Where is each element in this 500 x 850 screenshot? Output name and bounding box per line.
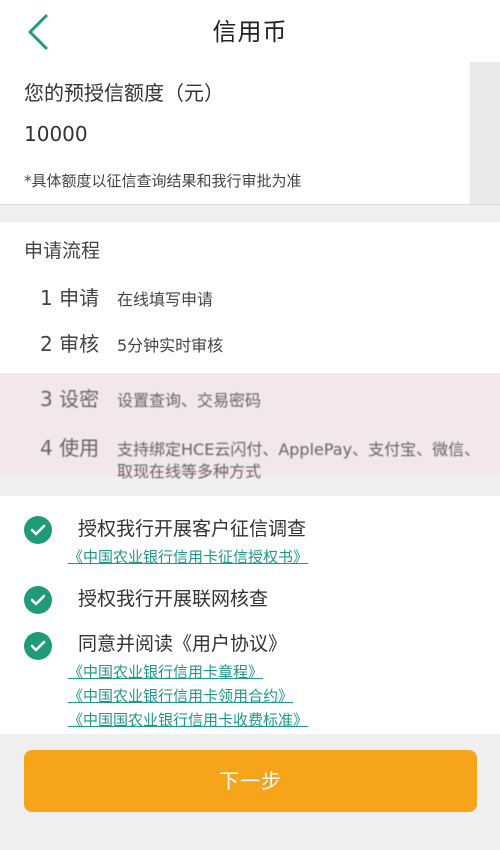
credit-label: 您的预授信额度（元） [24,81,224,105]
nav-bar: 信用币 [0,0,500,62]
check-circle-icon[interactable] [24,516,52,544]
credit-amount: 10000 [24,122,88,146]
agreement-text: 授权我行开展联网核查 [78,588,269,610]
step-name: 4 使用 [40,436,100,460]
process-title: 申请流程 [24,240,101,262]
step-desc: 在线填写申请 [117,290,214,309]
step-desc: 支持绑定HCE云闪付、ApplePay、支付宝、微信、 [117,440,481,459]
credit-note: *具体额度以征信查询结果和我行审批为准 [24,172,302,190]
step-name: 2 审核 [40,332,100,356]
step-use: 4 使用 支持绑定HCE云闪付、ApplePay、支付宝、微信、 取现在线等多种… [0,422,500,481]
agreement-text: 同意并阅读《用户协议》 [78,633,288,655]
step-name: 1 申请 [40,286,100,310]
check-circle-icon[interactable] [24,586,52,614]
step-review: 2 审核 5分钟实时审核 [0,318,500,368]
page-title: 信用币 [212,18,288,46]
agreement-link[interactable]: 《中国农业银行信用卡章程》 [68,661,263,682]
agreement-link[interactable]: 《中国农业银行信用卡征信授权书》 [68,546,308,567]
agreement-text: 授权我行开展客户征信调查 [78,518,307,540]
step-desc: 设置查询、交易密码 [117,391,262,410]
step-desc-2: 取现在线等多种方式 [117,462,262,481]
step-set-password: 3 设密 设置查询、交易密码 [0,373,500,423]
step-apply: 1 申请 在线填写申请 [0,272,500,322]
process-section: 申请流程 1 申请 在线填写申请 2 审核 5分钟实时审核 3 设密 设置查询、… [0,222,500,481]
check-circle-icon[interactable] [24,632,52,660]
scroll-gutter [470,62,500,204]
agreements-section: 授权我行开展客户征信调查 《中国农业银行信用卡征信授权书》 授权我行开展联网核查… [0,496,500,734]
next-step-button[interactable]: 下一步 [24,750,477,812]
agreement-link[interactable]: 《中国国农业银行信用卡收费标准》 [68,709,308,730]
credit-section: 您的预授信额度（元） 10000 *具体额度以征信查询结果和我行审批为准 [0,62,470,204]
step-name: 3 设密 [40,387,100,411]
step-desc: 5分钟实时审核 [117,336,224,355]
agreement-link[interactable]: 《中国农业银行信用卡领用合约》 [68,685,293,706]
divider [0,204,500,205]
